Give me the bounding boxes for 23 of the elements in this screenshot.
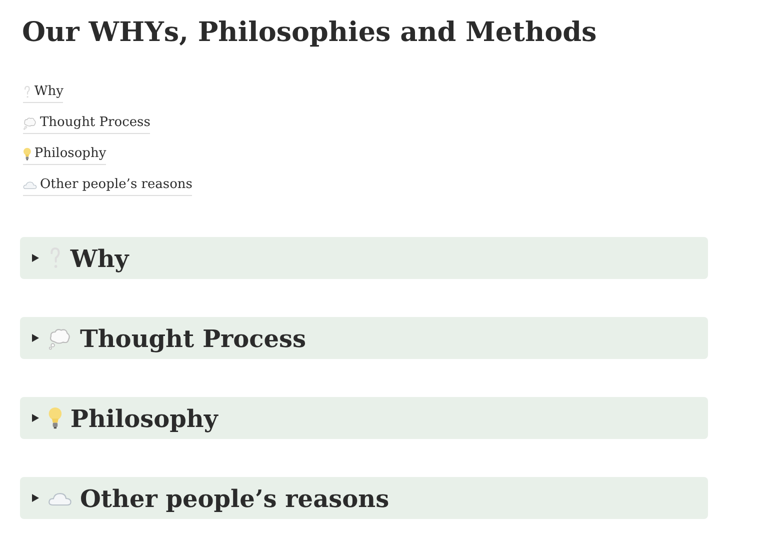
disclosure-triangle-icon[interactable] — [30, 333, 40, 343]
disclosure-triangle-icon[interactable] — [30, 253, 40, 263]
toggle-heading[interactable]: Other people’s reasons — [20, 477, 708, 519]
cloud-icon — [23, 180, 37, 190]
toggle-title: Why — [70, 244, 129, 272]
toggle-heading[interactable]: Philosophy — [20, 397, 708, 439]
disclosure-triangle-icon[interactable] — [30, 493, 40, 503]
toggle-title: Other people’s reasons — [80, 484, 390, 512]
page-link[interactable]: Philosophy — [23, 144, 106, 165]
toggle-heading[interactable]: Thought Process — [20, 317, 708, 359]
page-link[interactable]: Why — [23, 82, 64, 103]
toggle-heading[interactable]: Why — [20, 237, 708, 279]
page-link[interactable]: Thought Process — [23, 113, 150, 134]
toggle-title: Thought Process — [80, 324, 306, 352]
page-title: Our WHYs, Philosophies and Methods — [22, 16, 598, 50]
toggle-title: Philosophy — [70, 404, 218, 432]
thought-bubble-icon — [23, 116, 37, 130]
page-link[interactable]: Other people’s reasons — [23, 175, 192, 196]
disclosure-triangle-icon[interactable] — [30, 413, 40, 423]
thought-bubble-icon — [48, 326, 72, 350]
question-mark-icon — [23, 85, 32, 99]
light-bulb-icon — [23, 147, 32, 161]
light-bulb-icon — [48, 406, 62, 430]
